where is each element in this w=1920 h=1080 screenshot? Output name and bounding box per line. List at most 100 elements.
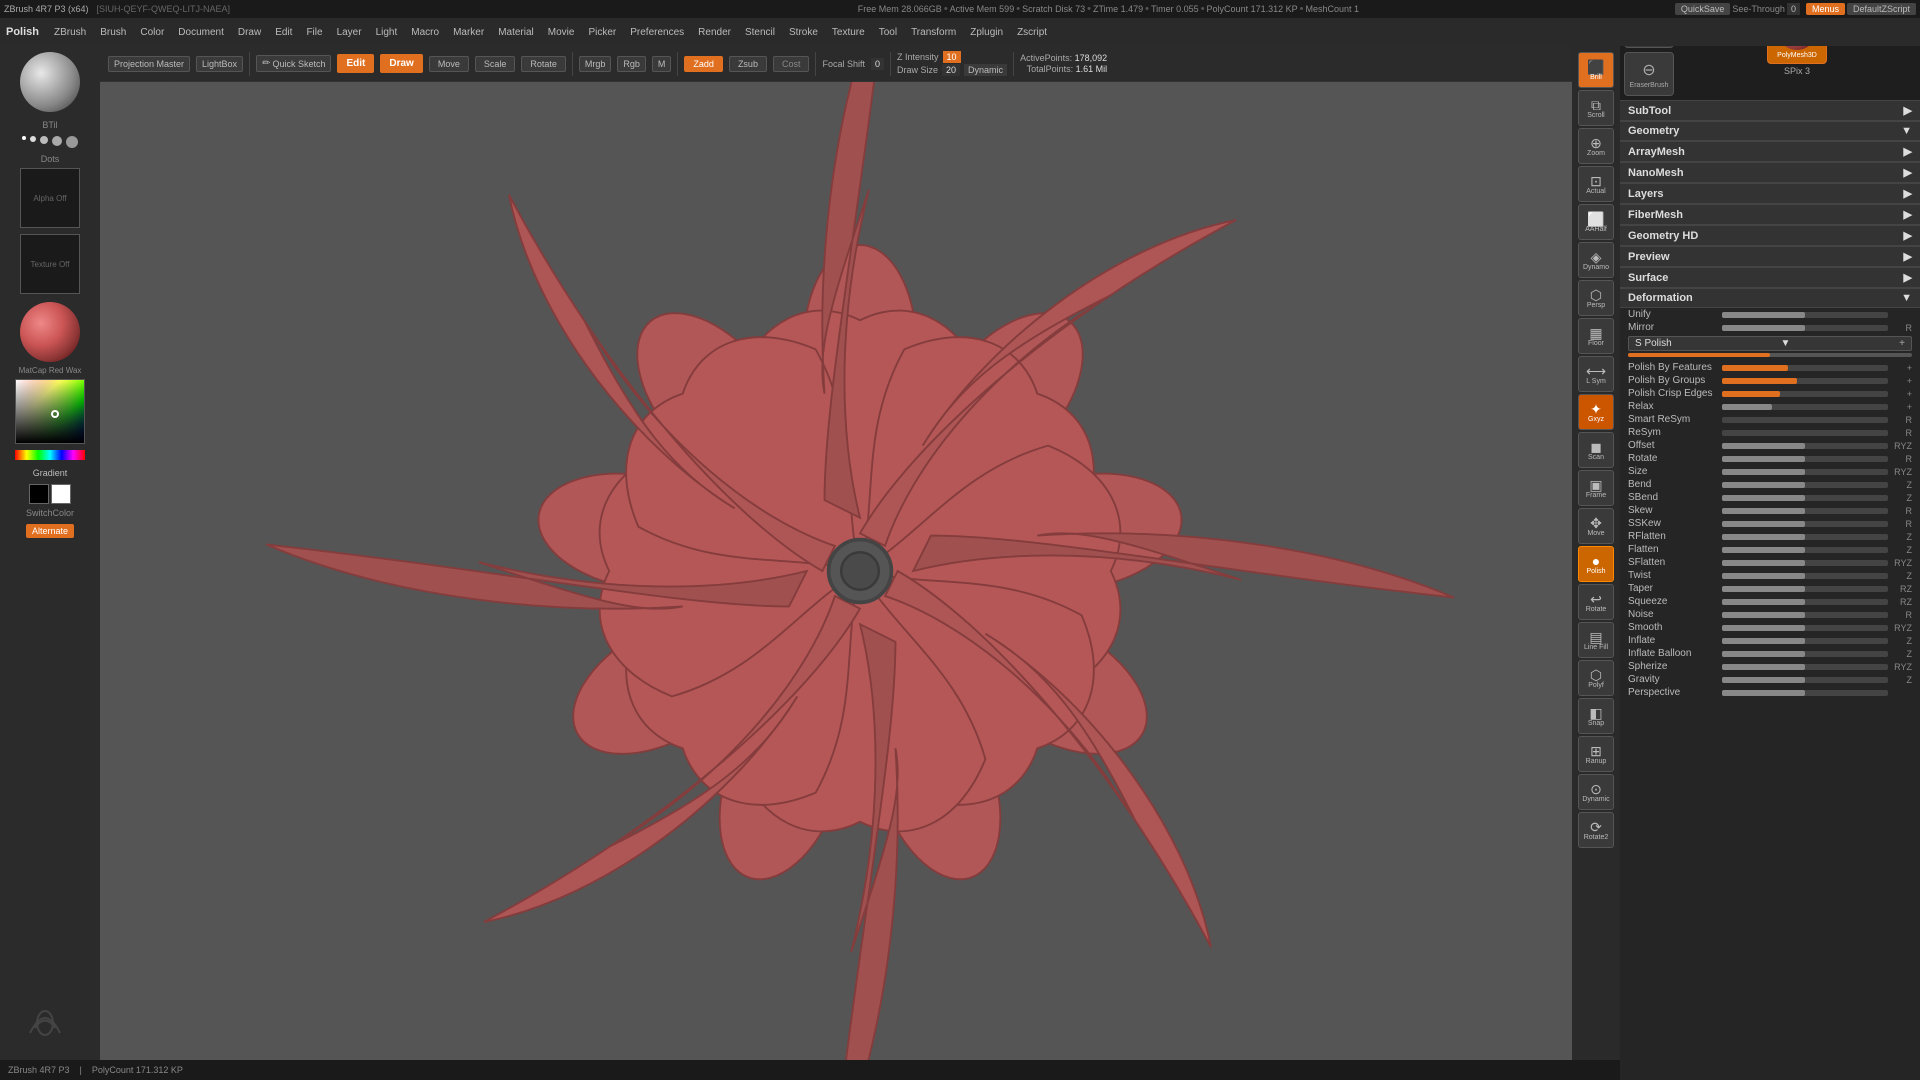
eraser-brush-btn[interactable]: ⊖ EraserBrush <box>1624 52 1674 96</box>
see-through-value[interactable]: 0 <box>1787 3 1800 15</box>
color-picker[interactable] <box>15 379 85 444</box>
z-intensity-value[interactable]: 10 <box>943 51 961 63</box>
quicksave-btn[interactable]: QuickSave <box>1675 3 1731 15</box>
layer-menu[interactable]: Layer <box>332 26 367 39</box>
document-menu[interactable]: Document <box>173 26 229 39</box>
quick-sketch-btn[interactable]: ✏ Quick Sketch <box>256 55 331 72</box>
gxyz-btn[interactable]: ✦ Gxyz <box>1578 394 1614 430</box>
fibermesh-section[interactable]: FiberMesh ▶ <box>1620 204 1920 225</box>
flatten-slider[interactable] <box>1722 547 1888 553</box>
zsub-btn[interactable]: Zsub <box>729 56 767 72</box>
surface-section[interactable]: Surface ▶ <box>1620 267 1920 288</box>
polish-features-slider[interactable] <box>1722 365 1888 371</box>
aahalf-btn[interactable]: ⬜ AAHalf <box>1578 204 1614 240</box>
brill-btn[interactable]: ⬛ Brill <box>1578 52 1614 88</box>
gravity-slider[interactable] <box>1722 677 1888 683</box>
movie-menu[interactable]: Movie <box>543 26 580 39</box>
move-btn[interactable]: Move <box>429 56 469 72</box>
mrgb-btn[interactable]: Mrgb <box>579 56 612 72</box>
tool-menu[interactable]: Tool <box>874 26 902 39</box>
macro-menu[interactable]: Macro <box>406 26 444 39</box>
dynamic-label[interactable]: Dynamic <box>964 64 1007 76</box>
unify-slider[interactable] <box>1722 312 1888 318</box>
dots-row[interactable] <box>22 136 78 148</box>
rotate-btn[interactable]: Rotate <box>521 56 566 72</box>
scan-btn[interactable]: ◼ Scan <box>1578 432 1614 468</box>
skew-slider[interactable] <box>1722 508 1888 514</box>
preview-section[interactable]: Preview ▶ <box>1620 246 1920 267</box>
hue-slider[interactable] <box>15 450 85 460</box>
polish-crisp-slider[interactable] <box>1722 391 1888 397</box>
subtool-section[interactable]: SubTool ▶ <box>1620 100 1920 121</box>
perspective-slider[interactable] <box>1722 690 1888 696</box>
squeeze-slider[interactable] <box>1722 599 1888 605</box>
transform-menu[interactable]: Transform <box>906 26 961 39</box>
zadd-btn[interactable]: Zadd <box>684 56 723 72</box>
scale-btn[interactable]: Scale <box>475 56 516 72</box>
rotate-canvas-btn[interactable]: ↩ Rotate <box>1578 584 1614 620</box>
fg-color[interactable] <box>29 484 49 504</box>
brush-menu[interactable]: Brush <box>95 26 131 39</box>
sskew-slider[interactable] <box>1722 521 1888 527</box>
ranup-btn[interactable]: ⊞ Ranup <box>1578 736 1614 772</box>
menus-btn[interactable]: Menus <box>1806 3 1845 15</box>
smooth-slider[interactable] <box>1722 625 1888 631</box>
smart-resym-slider[interactable] <box>1722 417 1888 423</box>
right-scroll-area[interactable]: SubTool ▶ Geometry ▼ ArrayMesh ▶ NanoMes… <box>1620 100 1920 1080</box>
size-slider[interactable] <box>1722 469 1888 475</box>
alternate-btn[interactable]: Alternate <box>26 524 74 538</box>
texture-menu[interactable]: Texture <box>827 26 870 39</box>
bg-color[interactable] <box>51 484 71 504</box>
default-zscript-btn[interactable]: DefaultZScript <box>1847 3 1916 15</box>
mirror-slider[interactable] <box>1722 325 1888 331</box>
zbrush-menu[interactable]: ZBrush <box>49 26 91 39</box>
arraymesh-section[interactable]: ArrayMesh ▶ <box>1620 141 1920 162</box>
lsym-btn[interactable]: ⟷ L Sym <box>1578 356 1614 392</box>
lightbox-btn[interactable]: LightBox <box>196 56 243 72</box>
poly-btn[interactable]: ⬡ Polyf <box>1578 660 1614 696</box>
color-menu[interactable]: Color <box>135 26 169 39</box>
rgb-btn[interactable]: Rgb <box>617 56 646 72</box>
focal-shift-value[interactable]: 0 <box>871 58 884 70</box>
light-menu[interactable]: Light <box>371 26 403 39</box>
draw-mode-btn[interactable]: Draw <box>380 54 422 73</box>
stroke-menu[interactable]: Stroke <box>784 26 823 39</box>
layers-section[interactable]: Layers ▶ <box>1620 183 1920 204</box>
nanomesh-section[interactable]: NanoMesh ▶ <box>1620 162 1920 183</box>
rotate2-btn[interactable]: ⟳ Rotate2 <box>1578 812 1614 848</box>
noise-slider[interactable] <box>1722 612 1888 618</box>
inflate-slider[interactable] <box>1722 638 1888 644</box>
deformation-section[interactable]: Deformation ▼ <box>1620 288 1920 308</box>
polish-slider-track[interactable] <box>1628 353 1912 357</box>
edit-menu[interactable]: Edit <box>270 26 297 39</box>
draw-size-value[interactable]: 20 <box>942 64 960 76</box>
canvas-area[interactable] <box>100 82 1620 1060</box>
bend-slider[interactable] <box>1722 482 1888 488</box>
zoom-btn[interactable]: ⊕ Zoom <box>1578 128 1614 164</box>
snap-btn[interactable]: ◧ Snap <box>1578 698 1614 734</box>
floor-btn[interactable]: ▦ Floor <box>1578 318 1614 354</box>
texture-preview[interactable]: Texture Off <box>20 234 80 294</box>
projection-master-btn[interactable]: Projection Master <box>108 56 190 72</box>
persp-btn[interactable]: ⬡ Persp <box>1578 280 1614 316</box>
geometry-top-section[interactable]: Geometry ▼ <box>1620 121 1920 141</box>
dynamo-btn[interactable]: ◈ Dynamo <box>1578 242 1614 278</box>
sbend-slider[interactable] <box>1722 495 1888 501</box>
edit-mode-btn[interactable]: Edit <box>337 54 374 73</box>
brush-sphere-preview[interactable] <box>20 52 80 112</box>
stencil-menu[interactable]: Stencil <box>740 26 780 39</box>
rotate-deform-slider[interactable] <box>1722 456 1888 462</box>
preferences-menu[interactable]: Preferences <box>625 26 689 39</box>
draw-menu[interactable]: Draw <box>233 26 266 39</box>
marker-menu[interactable]: Marker <box>448 26 489 39</box>
zscript-menu[interactable]: Zscript <box>1012 26 1052 39</box>
material-menu[interactable]: Material <box>493 26 539 39</box>
actual-btn[interactable]: ⊡ Actual <box>1578 166 1614 202</box>
sflatten-slider[interactable] <box>1722 560 1888 566</box>
scroll-btn[interactable]: ⧉ Scroll <box>1578 90 1614 126</box>
file-menu[interactable]: File <box>301 26 327 39</box>
polish-mid-btn[interactable]: ● Polish <box>1578 546 1614 582</box>
picker-menu[interactable]: Picker <box>583 26 621 39</box>
relax-slider[interactable] <box>1722 404 1888 410</box>
spherize-slider[interactable] <box>1722 664 1888 670</box>
